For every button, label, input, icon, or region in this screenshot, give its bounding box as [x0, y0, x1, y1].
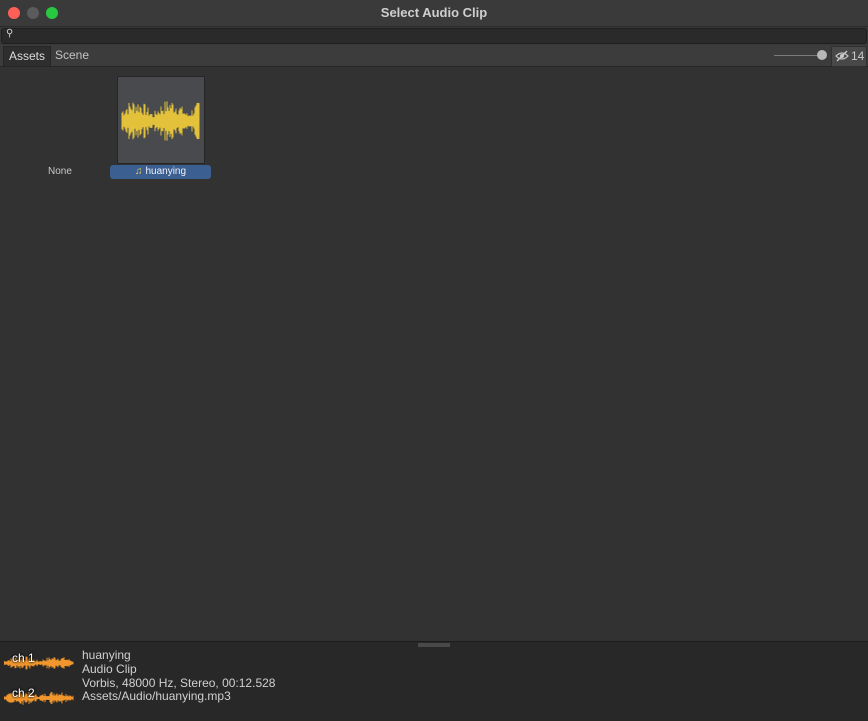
channel-2-label: ch 2: [12, 686, 35, 700]
asset-thumbnail-huanying[interactable]: [117, 76, 205, 164]
tab-scene[interactable]: Scene: [50, 46, 94, 65]
hidden-count-label: 14: [851, 49, 865, 63]
preview-panel: ch 1 ch 2 huanying Audio Clip Vorbis, 48…: [0, 641, 868, 721]
tab-assets[interactable]: Assets: [3, 46, 52, 66]
splitter-handle[interactable]: [418, 643, 450, 647]
search-icon: ⚲: [6, 28, 14, 39]
clip-type: Audio Clip: [82, 662, 137, 676]
clip-name: huanying: [82, 648, 131, 662]
search-input[interactable]: ⚲: [1, 28, 867, 44]
asset-name: huanying: [145, 166, 187, 177]
eye-slash-icon: [835, 50, 849, 62]
title-bar: Select Audio Clip: [0, 0, 868, 27]
asset-item-huanying[interactable]: ♫ huanying: [110, 165, 211, 179]
music-note-icon: ♫: [134, 166, 143, 177]
hidden-packages-toggle[interactable]: 14: [831, 46, 867, 67]
clip-path: Assets/Audio/huanying.mp3: [82, 689, 231, 703]
window-title: Select Audio Clip: [380, 5, 488, 20]
thumbnail-size-slider-handle[interactable]: [817, 50, 827, 60]
waveform-thumbnail: [121, 101, 200, 141]
search-bar: ⚲: [0, 27, 868, 45]
asset-item-none[interactable]: None: [48, 166, 72, 177]
tab-bar: Assets Scene 14: [0, 45, 868, 67]
channel-1-label: ch 1: [12, 651, 35, 665]
thumbnail-size-slider[interactable]: [774, 55, 822, 56]
